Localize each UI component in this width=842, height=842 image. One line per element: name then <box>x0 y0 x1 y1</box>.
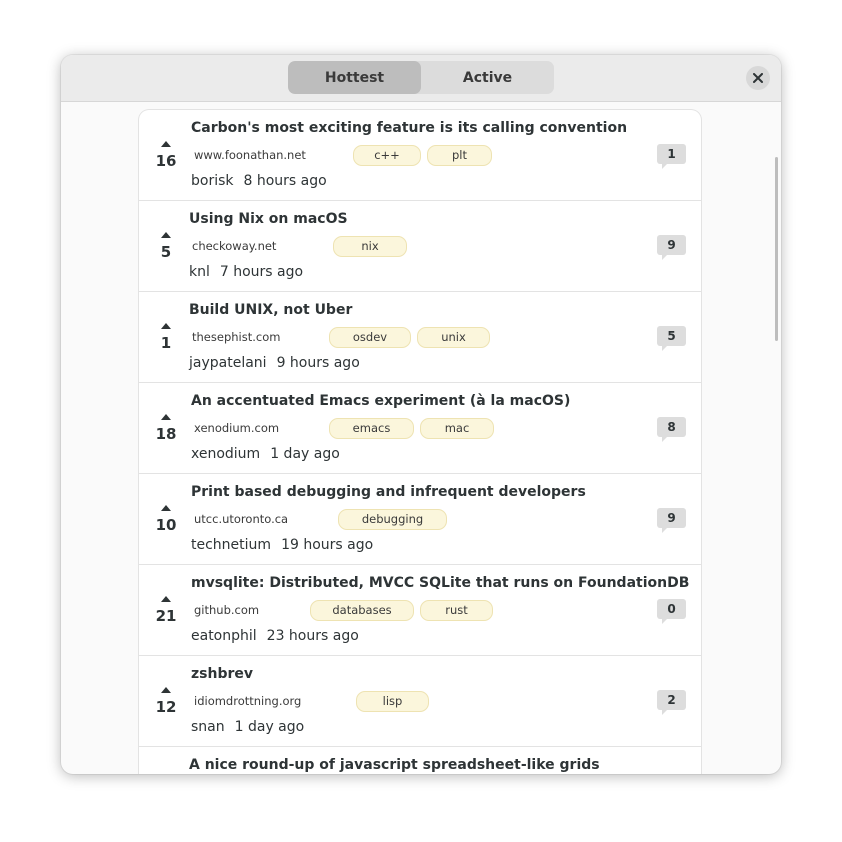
header-bar: Hottest Active <box>61 55 781 102</box>
story-row[interactable]: 21 mvsqlite: Distributed, MVCC SQLite th… <box>139 565 701 656</box>
story-domain[interactable]: www.foonathan.net <box>194 148 306 162</box>
story-domain[interactable]: xenodium.com <box>194 421 279 435</box>
story-tag[interactable]: unix <box>417 327 490 348</box>
upvote-button[interactable]: 16 <box>153 138 179 170</box>
story-byline: snan 1 day ago <box>191 719 304 735</box>
story-score: 1 <box>160 334 172 352</box>
story-tag[interactable]: plt <box>427 145 492 166</box>
comment-count-badge[interactable]: 1 <box>657 144 686 169</box>
story-domain[interactable]: github.com <box>194 603 259 617</box>
story-score: 5 <box>160 243 172 261</box>
story-title[interactable]: A nice round-up of javascript spreadshee… <box>189 757 600 773</box>
story-row[interactable]: A nice round-up of javascript spreadshee… <box>139 747 701 774</box>
story-row[interactable]: 16 Carbon's most exciting feature is its… <box>139 110 701 201</box>
story-title[interactable]: Carbon's most exciting feature is its ca… <box>191 120 627 136</box>
story-byline: borisk 8 hours ago <box>191 173 327 189</box>
story-byline: eatonphil 23 hours ago <box>191 628 359 644</box>
story-tag[interactable]: c++ <box>353 145 421 166</box>
story-row[interactable]: 18 An accentuated Emacs experiment (à la… <box>139 383 701 474</box>
view-switcher: Hottest Active <box>288 61 554 94</box>
story-time: 8 hours ago <box>243 173 327 189</box>
story-byline: technetium 19 hours ago <box>191 537 373 553</box>
upvote-arrow-icon <box>161 596 171 602</box>
story-domain[interactable]: idiomdrottning.org <box>194 694 301 708</box>
story-title[interactable]: Build UNIX, not Uber <box>189 302 352 318</box>
story-tag[interactable]: rust <box>420 600 493 621</box>
tab-hottest[interactable]: Hottest <box>288 61 421 94</box>
upvote-button[interactable]: 18 <box>153 411 179 443</box>
story-author[interactable]: snan <box>191 719 225 735</box>
story-list-scroller[interactable]: 16 Carbon's most exciting feature is its… <box>61 102 781 774</box>
upvote-arrow-icon <box>161 323 171 329</box>
comment-count-badge[interactable]: 8 <box>657 417 686 442</box>
story-score: 16 <box>155 152 177 170</box>
upvote-arrow-icon <box>161 687 171 693</box>
tab-active[interactable]: Active <box>421 61 554 94</box>
story-list: 16 Carbon's most exciting feature is its… <box>139 110 701 774</box>
upvote-arrow-icon <box>161 505 171 511</box>
story-title[interactable]: Print based debugging and infrequent dev… <box>191 484 586 500</box>
story-row[interactable]: 5 Using Nix on macOS checkoway.net nix k… <box>139 201 701 292</box>
story-tag[interactable]: databases <box>310 600 414 621</box>
story-domain[interactable]: checkoway.net <box>192 239 276 253</box>
story-time: 1 day ago <box>234 719 305 735</box>
story-author[interactable]: technetium <box>191 537 271 553</box>
story-score: 12 <box>155 698 177 716</box>
story-row[interactable]: 10 Print based debugging and infrequent … <box>139 474 701 565</box>
comment-count-badge[interactable]: 9 <box>657 508 686 533</box>
story-author[interactable]: jaypatelani <box>189 355 267 371</box>
comment-count-badge[interactable]: 2 <box>657 690 686 715</box>
story-row[interactable]: 1 Build UNIX, not Uber thesephist.com os… <box>139 292 701 383</box>
story-byline: xenodium 1 day ago <box>191 446 340 462</box>
comment-count-badge[interactable]: 5 <box>657 326 686 351</box>
scrollbar[interactable] <box>775 157 778 341</box>
story-title[interactable]: An accentuated Emacs experiment (à la ma… <box>191 393 570 409</box>
story-time: 19 hours ago <box>281 537 374 553</box>
story-tag[interactable]: debugging <box>338 509 447 530</box>
story-domain[interactable]: thesephist.com <box>192 330 280 344</box>
story-byline: knl 7 hours ago <box>189 264 303 280</box>
comment-count-badge[interactable]: 0 <box>657 599 686 624</box>
upvote-arrow-icon <box>161 414 171 420</box>
close-button[interactable] <box>746 66 770 90</box>
close-icon <box>753 73 763 83</box>
story-time: 1 day ago <box>270 446 340 462</box>
story-title[interactable]: Using Nix on macOS <box>189 211 348 227</box>
story-score: 18 <box>155 425 177 443</box>
story-time: 9 hours ago <box>276 355 360 371</box>
story-author[interactable]: eatonphil <box>191 628 257 644</box>
upvote-button[interactable]: 12 <box>153 684 179 716</box>
story-domain[interactable]: utcc.utoronto.ca <box>194 512 288 526</box>
story-score: 10 <box>155 516 177 534</box>
story-author[interactable]: knl <box>189 264 210 280</box>
upvote-arrow-icon <box>161 141 171 147</box>
story-title[interactable]: zshbrev <box>191 666 253 682</box>
story-tag[interactable]: lisp <box>356 691 429 712</box>
upvote-button[interactable]: 1 <box>153 320 179 352</box>
story-tag[interactable]: emacs <box>329 418 414 439</box>
upvote-button[interactable]: 10 <box>153 502 179 534</box>
story-title[interactable]: mvsqlite: Distributed, MVCC SQLite that … <box>191 575 689 591</box>
app-window: Hottest Active 16 Carbon's most exciting… <box>61 55 781 774</box>
upvote-button[interactable]: 21 <box>153 593 179 625</box>
story-tag[interactable]: mac <box>420 418 494 439</box>
story-tag[interactable]: osdev <box>329 327 411 348</box>
upvote-button[interactable]: 5 <box>153 229 179 261</box>
story-byline: jaypatelani 9 hours ago <box>189 355 360 371</box>
story-time: 7 hours ago <box>219 264 304 280</box>
story-score: 21 <box>155 607 177 625</box>
comment-count-badge[interactable]: 9 <box>657 235 686 260</box>
story-tag[interactable]: nix <box>333 236 407 257</box>
upvote-arrow-icon <box>161 232 171 238</box>
story-author[interactable]: xenodium <box>191 446 260 462</box>
story-author[interactable]: borisk <box>191 173 234 189</box>
story-time: 23 hours ago <box>266 628 359 644</box>
story-row[interactable]: 12 zshbrev idiomdrottning.org lisp snan 1… <box>139 656 701 747</box>
